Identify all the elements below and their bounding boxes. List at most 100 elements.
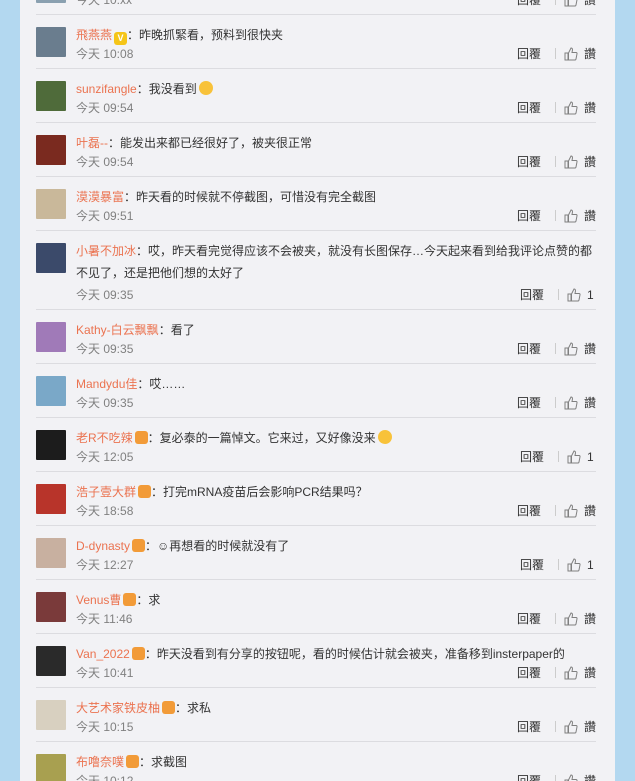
like-button[interactable]: 1 <box>587 450 596 464</box>
thumbs-up-icon[interactable] <box>567 557 581 572</box>
comment-text: sunzifangle：我没看到 <box>76 78 596 100</box>
comment-username[interactable]: 小暑不加冰 <box>76 244 136 258</box>
comment-username[interactable]: 老R不吃辣 <box>76 431 133 445</box>
comment-actions: 回覆 讚 <box>517 153 596 170</box>
reply-button[interactable]: 回覆 <box>517 45 541 62</box>
member-badge-icon <box>134 431 148 444</box>
avatar[interactable] <box>36 322 66 352</box>
thumbs-up-icon[interactable] <box>564 0 578 7</box>
like-button[interactable]: 讚 <box>584 718 596 735</box>
comment-username[interactable]: 漠漠暴富 <box>76 190 124 204</box>
reply-button[interactable]: 回覆 <box>517 394 541 411</box>
thumbs-up-icon[interactable] <box>567 287 581 302</box>
member-badge-icon <box>132 539 146 552</box>
reply-button[interactable]: 回覆 <box>517 153 541 170</box>
like-button[interactable]: 讚 <box>584 153 596 170</box>
like-button[interactable]: 讚 <box>584 610 596 627</box>
divider <box>558 451 559 462</box>
comment-body: ：昨天没看到有分享的按钮呢，看的时候估计就会被夹，准备移到insterpaper… <box>144 647 565 661</box>
like-button[interactable]: 讚 <box>584 207 596 224</box>
reply-button[interactable]: 回覆 <box>517 610 541 627</box>
divider <box>554 397 556 408</box>
comment-username[interactable]: Van_2022 <box>76 647 130 661</box>
comment-username[interactable]: Kathy-白云飘飘 <box>76 323 159 337</box>
comment-text: 布噜奈噗 ：求截图 <box>76 751 596 773</box>
divider <box>554 102 556 113</box>
reply-button[interactable]: 回覆 <box>517 502 541 519</box>
avatar[interactable] <box>36 135 66 165</box>
avatar[interactable] <box>36 81 66 111</box>
comment-body: ：☺再想看的时候就没有了 <box>145 539 290 553</box>
thumbs-up-icon[interactable] <box>564 611 578 626</box>
comment-username[interactable]: sunzifangle <box>76 82 137 96</box>
reply-button[interactable]: 回覆 <box>517 772 541 781</box>
comment-username[interactable]: D-dynasty <box>76 539 130 553</box>
like-button[interactable]: 讚 <box>584 664 596 681</box>
comment-text: 叶磊--：能发出来都已经很好了，被夹很正常 <box>76 132 596 154</box>
comment-item: 大艺术家铁皮柚 ：求私 今天 10:15 回覆 讚 <box>36 687 596 741</box>
member-badge-icon <box>138 485 152 498</box>
comment-body: ：哎，昨天看完觉得应该不会被夹，就没有长图保存…今天起来看到给我评论点赞的都不见… <box>76 244 593 280</box>
comment-username[interactable]: 大艺术家铁皮柚 <box>76 701 160 715</box>
comment-item: 布噜奈噗 ：求截图 今天 10:12 回覆 讚 <box>36 741 596 781</box>
comment-username[interactable]: Venus曹 <box>76 593 121 607</box>
member-badge-icon <box>162 701 176 714</box>
reply-button[interactable]: 回覆 <box>517 99 541 116</box>
thumbs-up-icon[interactable] <box>564 665 578 680</box>
like-button[interactable]: 1 <box>587 558 596 572</box>
divider <box>554 505 556 516</box>
avatar[interactable] <box>36 0 66 3</box>
thumbs-up-icon[interactable] <box>564 719 578 734</box>
comment-text: Mandydu佳：哎…… <box>76 373 596 395</box>
avatar[interactable] <box>36 700 66 730</box>
reply-button[interactable]: 回覆 <box>517 207 541 224</box>
reply-button[interactable]: 回覆 <box>517 340 541 357</box>
comment-body: ：求私 <box>175 701 212 715</box>
thumbs-up-icon[interactable] <box>564 503 578 518</box>
comment-username[interactable]: 叶磊-- <box>76 136 108 150</box>
reply-button[interactable]: 回覆 <box>517 718 541 735</box>
thumbs-up-icon[interactable] <box>564 395 578 410</box>
member-badge-icon <box>123 593 137 606</box>
thumbs-up-icon[interactable] <box>564 341 578 356</box>
like-button[interactable]: 讚 <box>584 502 596 519</box>
thumbs-up-icon[interactable] <box>564 208 578 223</box>
comment-item: 小暑不加冰：哎，昨天看完觉得应该不会被夹，就没有长图保存…今天起来看到给我评论点… <box>36 230 596 309</box>
avatar[interactable] <box>36 189 66 219</box>
comment-username[interactable]: 布噜奈噗 <box>76 755 124 769</box>
comment-username[interactable]: 飛燕燕 <box>76 28 112 42</box>
comment-actions: 回覆 讚 <box>517 394 596 411</box>
avatar[interactable] <box>36 646 66 676</box>
reply-button[interactable]: 回覆 <box>520 286 544 303</box>
reply-button[interactable]: 回覆 <box>517 0 541 8</box>
thumbs-up-icon[interactable] <box>564 773 578 781</box>
comment-item: 叶磊--：能发出来都已经很好了，被夹很正常 今天 09:54 回覆 讚 <box>36 122 596 176</box>
avatar[interactable] <box>36 243 66 273</box>
avatar[interactable] <box>36 592 66 622</box>
like-button[interactable]: 讚 <box>584 340 596 357</box>
thumbs-up-icon[interactable] <box>564 154 578 169</box>
comment-text: 小暑不加冰：哎，昨天看完觉得应该不会被夹，就没有长图保存…今天起来看到给我评论点… <box>76 240 596 284</box>
comment-username[interactable]: 浩子壹大群 <box>76 485 136 499</box>
avatar[interactable] <box>36 484 66 514</box>
thumbs-up-icon[interactable] <box>564 100 578 115</box>
avatar[interactable] <box>36 376 66 406</box>
avatar[interactable] <box>36 538 66 568</box>
comment-time: 今天 09:35 <box>76 396 134 410</box>
thumbs-up-icon[interactable] <box>564 46 578 61</box>
avatar[interactable] <box>36 430 66 460</box>
reply-button[interactable]: 回覆 <box>520 448 544 465</box>
like-button[interactable]: 讚 <box>584 0 596 8</box>
comment-username[interactable]: Mandydu佳 <box>76 377 137 391</box>
like-button[interactable]: 讚 <box>584 772 596 781</box>
like-button[interactable]: 讚 <box>584 394 596 411</box>
like-button[interactable]: 1 <box>587 288 596 302</box>
avatar[interactable] <box>36 27 66 57</box>
comment-text: Kathy-白云飘飘：看了 <box>76 319 596 341</box>
avatar[interactable] <box>36 754 66 781</box>
thumbs-up-icon[interactable] <box>567 449 581 464</box>
like-button[interactable]: 讚 <box>584 45 596 62</box>
like-button[interactable]: 讚 <box>584 99 596 116</box>
reply-button[interactable]: 回覆 <box>517 664 541 681</box>
reply-button[interactable]: 回覆 <box>520 556 544 573</box>
